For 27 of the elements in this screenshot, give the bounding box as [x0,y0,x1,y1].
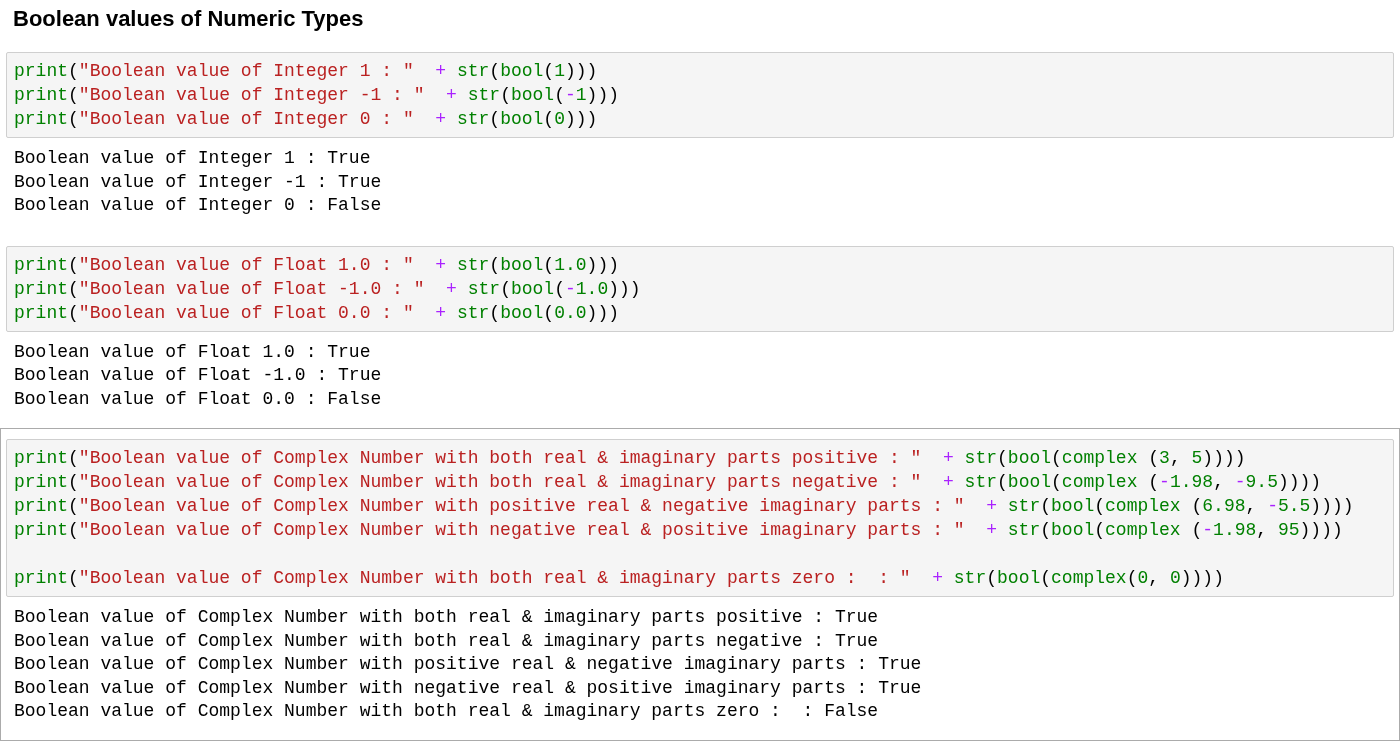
code-line: print("Boolean value of Float 0.0 : " + str(bool(0.0))) [14,301,619,325]
code-line: print("Boolean value of Complex Number with both real & imaginary parts zero : : " + str(bool(complex(0, 0)))) [14,567,1224,590]
output-line: Boolean value of Complex Number with negative real & positive imaginary parts : True [14,676,922,700]
output-line: Boolean value of Integer 1 : True [14,147,371,170]
code-line: print("Boolean value of Complex Number with positive real & negative imaginary parts : " + str(bool(complex (6.98, -5.5)))) [14,495,1354,518]
code-line: print("Boolean value of Float -1.0 : " + str(bool(-1.0))) [14,277,641,301]
output-line: Boolean value of Complex Number with both real & imaginary parts negative : True [14,629,879,653]
output-line: Boolean value of Integer -1 : True [14,170,382,194]
output-line: Boolean value of Float 0.0 : False [14,387,382,411]
section-heading: Boolean values of Numeric Types [13,5,364,33]
output-line: Boolean value of Complex Number with both real & imaginary parts zero : : False [14,700,879,723]
code-line: print("Boolean value of Integer -1 : " + str(bool(-1))) [14,84,619,107]
code-line: print("Boolean value of Float 1.0 : " + str(bool(1.0))) [14,253,619,277]
code-input-area[interactable] [6,439,1394,597]
output-line: Boolean value of Complex Number with positive real & negative imaginary parts : True [14,653,922,676]
output-line: Boolean value of Float -1.0 : True [14,364,382,387]
output-line: Boolean value of Complex Number with both real & imaginary parts positive : True [14,606,879,629]
output-line: Boolean value of Float 1.0 : True [14,340,371,364]
code-line: print("Boolean value of Complex Number with both real & imaginary parts positive : " + str(bool(complex (3, 5)))) [14,447,1246,470]
code-input-area[interactable]: print("Boolean value of Float 1.0 : " + str(bool(1.0))) print("Boolean value of Float -1.0 : " + str(bool(-1.0))) print("Boolean value of Float 0.0 : " + str(bool(0.0))) [6,245,1394,332]
output-line: Boolean value of Integer 0 : False [14,194,382,217]
code-line: print("Boolean value of Complex Number with negative real & positive imaginary parts : " + str(bool(complex (-1.98, 95)))) [14,519,1343,542]
code-input-area[interactable]: print("Boolean value of Integer 1 : " + str(bool(1))) print("Boolean value of Integer -1 : " + str(bool(-1))) print("Boolean value of Integer 0 : " + str(bool(0))) [6,52,1394,138]
code-line: print("Boolean value of Integer 0 : " + str(bool(0))) [14,108,598,131]
code-line: print("Boolean value of Integer 1 : " + str(bool(1))) [14,60,598,83]
code-line: print("Boolean value of Complex Number with both real & imaginary parts negative : " + str(bool(complex (-1.98, -9.5)))) [14,471,1322,494]
notebook-cell[interactable] [0,428,1400,741]
